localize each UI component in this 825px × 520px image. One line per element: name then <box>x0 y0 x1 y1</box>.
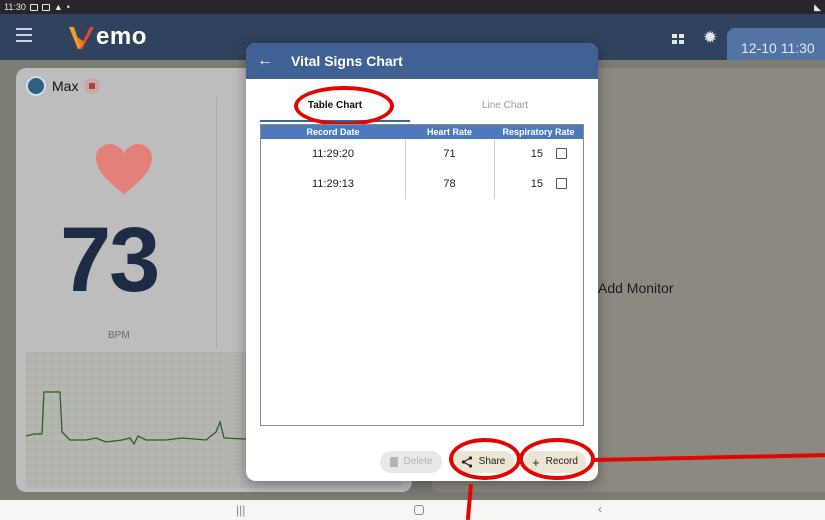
app-logo: emo <box>66 20 147 54</box>
header-heart-rate: Heart Rate <box>426 127 473 137</box>
status-time: 11:30 <box>4 2 26 12</box>
signal-icon: ◣ <box>814 2 821 12</box>
add-monitor-label: Add Monitor <box>598 280 674 296</box>
patient-avatar <box>26 76 46 96</box>
stop-button[interactable] <box>84 78 101 94</box>
patient-header: Max <box>26 76 101 96</box>
annotation-circle-share <box>449 438 521 480</box>
row-select-checkbox[interactable] <box>556 148 567 159</box>
system-nav-bar: ||| ‹ <box>0 500 825 520</box>
annotation-circle-record <box>519 438 595 480</box>
row-respiratory-rate: 15 <box>530 178 543 190</box>
table-row[interactable]: 11:29:13 78 15 <box>261 169 583 199</box>
home-icon[interactable] <box>414 505 424 515</box>
row-heart-rate: 78 <box>443 178 456 190</box>
row-respiratory-rate: 15 <box>530 148 543 160</box>
message-icon <box>41 3 50 11</box>
row-heart-rate: 71 <box>443 148 456 160</box>
heart-rate-value: 73 <box>60 209 160 311</box>
warning-icon: ▲ <box>53 2 63 12</box>
table-header: Record Date Heart Rate Respiratory Rate <box>261 125 583 139</box>
header-record-date: Record Date <box>306 127 360 137</box>
recents-icon[interactable]: ||| <box>236 503 245 517</box>
image-icon <box>29 3 38 11</box>
heart-icon <box>96 144 152 194</box>
menu-icon[interactable] <box>16 28 32 42</box>
table-row[interactable]: 11:29:20 71 15 <box>261 139 583 169</box>
annotation-circle-tab <box>294 86 394 126</box>
tab-line-chart[interactable]: Line Chart <box>430 91 580 121</box>
panel-divider <box>216 98 217 348</box>
header-respiratory-rate: Respiratory Rate <box>502 127 575 137</box>
row-time: 11:29:13 <box>311 178 354 190</box>
delete-label: Delete <box>403 456 433 467</box>
settings-gear-icon[interactable]: ✹ <box>703 29 717 46</box>
dialog-title: Vital Signs Chart <box>291 53 403 69</box>
logo-text: emo <box>96 23 147 50</box>
row-select-checkbox[interactable] <box>556 178 567 189</box>
layout-grid-icon[interactable] <box>672 34 684 44</box>
dialog-header: ← Vital Signs Chart <box>246 43 598 79</box>
vital-signs-table: Record Date Heart Rate Respiratory Rate … <box>260 124 584 426</box>
dot-icon: • <box>66 2 70 12</box>
back-nav-icon[interactable]: ‹ <box>598 502 602 516</box>
delete-button[interactable]: Delete <box>380 451 442 473</box>
trash-icon <box>389 457 398 467</box>
vital-signs-dialog: ← Vital Signs Chart Table Chart Line Cha… <box>246 43 598 481</box>
row-time: 11:29:20 <box>311 148 354 160</box>
back-arrow-icon[interactable]: ← <box>257 51 273 71</box>
heart-rate-unit: BPM <box>108 330 130 341</box>
patient-name: Max <box>52 78 79 94</box>
status-bar: 11:30 ▲ • ◣ <box>0 0 825 14</box>
logo-v-icon <box>69 27 94 49</box>
